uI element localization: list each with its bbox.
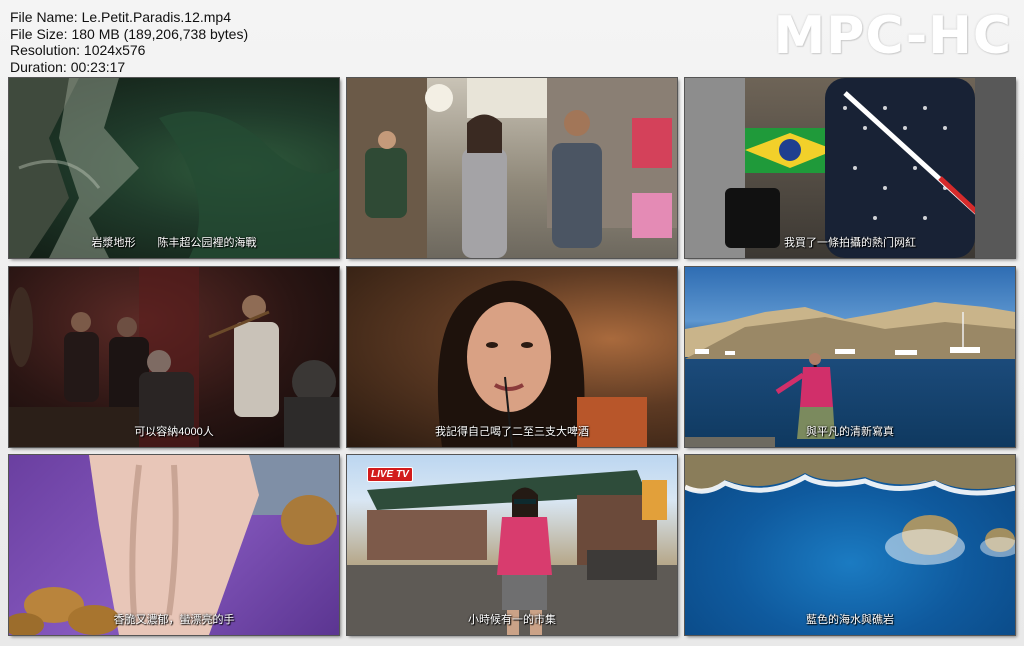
scene-woman-closeup-art bbox=[437, 280, 647, 447]
subtitle-text: 我買了一條拍攝的熱门网紅 bbox=[784, 237, 916, 249]
scene-street-walk-art bbox=[347, 78, 677, 258]
thumbnail-8[interactable]: LIVE TV 小時候有一的市集 bbox=[346, 454, 678, 637]
resolution-text: Resolution: 1024x576 bbox=[10, 42, 146, 58]
thumbnail-5[interactable]: 我記得自己喝了二至三支大啤酒 bbox=[346, 265, 678, 448]
thumbnail-2[interactable] bbox=[346, 77, 678, 259]
scene-rock-cliff-art bbox=[9, 78, 339, 258]
scene-harbor-art bbox=[685, 301, 1015, 447]
thumbnail-7[interactable]: 香脆又濃郁，蠻漂亮的手 bbox=[8, 454, 340, 637]
subtitle-text: 小時候有一的市集 bbox=[468, 614, 556, 627]
file-name-text: File Name: Le.Petit.Paradis.12.mp4 bbox=[10, 9, 231, 25]
live-tv-logo: LIVE TV bbox=[367, 467, 413, 483]
thumbnail-grid: 岩漿地形 陈丰超公园裡的海戰 我買了一條拍攝的熱门网紅 可以容納4000人 我記… bbox=[8, 77, 1016, 637]
thumbnail-6[interactable]: 與平凡的清新寫真 bbox=[684, 265, 1016, 448]
subtitle-text: 與平凡的清新寫真 bbox=[806, 425, 894, 438]
brand-logo: MPC-HC bbox=[773, 6, 1012, 66]
scene-market-host-art bbox=[347, 470, 677, 636]
scene-jazz-bar-art bbox=[9, 266, 339, 447]
scene-food-hand-art bbox=[9, 455, 339, 636]
duration-text: Duration: 00:23:17 bbox=[10, 58, 126, 75]
file-size-text: File Size: 180 MB (189,206,738 bytes) bbox=[10, 25, 249, 42]
thumbnail-1[interactable]: 岩漿地形 陈丰超公园裡的海戰 bbox=[8, 77, 340, 259]
file-info-panel: File Name: Le.Petit.Paradis.12.mp4 File … bbox=[10, 9, 248, 75]
thumbnail-9[interactable]: 藍色的海水與礁岩 bbox=[684, 454, 1016, 637]
thumbnail-4[interactable]: 可以容納4000人 bbox=[8, 265, 340, 448]
subtitle-text: 我記得自己喝了二至三支大啤酒 bbox=[435, 425, 589, 438]
subtitle-text: 香脆又濃郁，蠻漂亮的手 bbox=[113, 614, 235, 627]
scene-aerial-sea-art bbox=[685, 455, 1015, 566]
subtitle-text: 岩漿地形 陈丰超公园裡的海戰 bbox=[91, 237, 257, 249]
subtitle-text: 藍色的海水與礁岩 bbox=[806, 614, 894, 627]
subtitle-text: 可以容納4000人 bbox=[134, 425, 214, 438]
thumbnail-3[interactable]: 我買了一條拍攝的熱门网紅 bbox=[684, 77, 1016, 259]
scene-market-stall-art bbox=[685, 78, 1015, 258]
